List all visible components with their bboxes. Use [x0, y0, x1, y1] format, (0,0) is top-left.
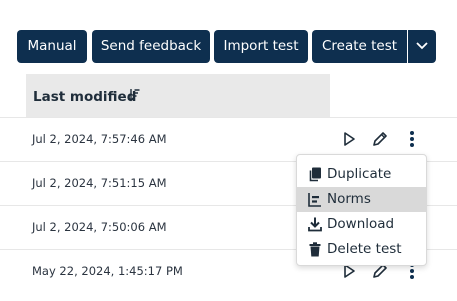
menu-item-label: Download: [327, 216, 395, 232]
menu-item-label: Duplicate: [327, 166, 392, 182]
menu-item-label: Norms: [327, 191, 371, 207]
import-test-button[interactable]: Import test: [214, 30, 308, 63]
menu-item-label: Delete test: [327, 241, 402, 257]
manual-button[interactable]: Manual: [17, 30, 87, 63]
create-test-button[interactable]: Create test: [312, 30, 407, 63]
sort-descending-icon[interactable]: [128, 88, 140, 102]
chevron-down-icon: [416, 42, 428, 50]
download-icon: [308, 217, 322, 232]
duplicate-icon: [309, 167, 321, 182]
tests-page: Manual Send feedback Import test Create …: [0, 0, 457, 301]
menu-item-norms[interactable]: Norms: [297, 187, 426, 212]
last-modified-cell: Jul 2, 2024, 7:50:06 AM: [32, 220, 167, 234]
row-actions-menu: Duplicate Norms Download Delete test: [296, 154, 427, 266]
menu-item-delete-test[interactable]: Delete test: [297, 237, 426, 262]
menu-item-duplicate[interactable]: Duplicate: [297, 162, 426, 187]
play-icon[interactable]: [340, 129, 358, 149]
menu-item-download[interactable]: Download: [297, 212, 426, 237]
last-modified-cell: Jul 2, 2024, 7:51:15 AM: [32, 176, 167, 190]
more-vertical-icon[interactable]: [403, 129, 421, 149]
last-modified-cell: Jul 2, 2024, 7:57:46 AM: [32, 132, 167, 146]
send-feedback-button[interactable]: Send feedback: [92, 30, 210, 63]
create-test-dropdown-button[interactable]: [408, 30, 436, 63]
norms-icon: [308, 193, 321, 207]
column-header-label: Last modified: [33, 89, 137, 105]
edit-pencil-icon[interactable]: [371, 129, 389, 149]
last-modified-cell: May 22, 2024, 1:45:17 PM: [32, 264, 183, 278]
last-modified-column-header[interactable]: Last modified: [26, 74, 330, 117]
trash-icon: [309, 242, 321, 257]
